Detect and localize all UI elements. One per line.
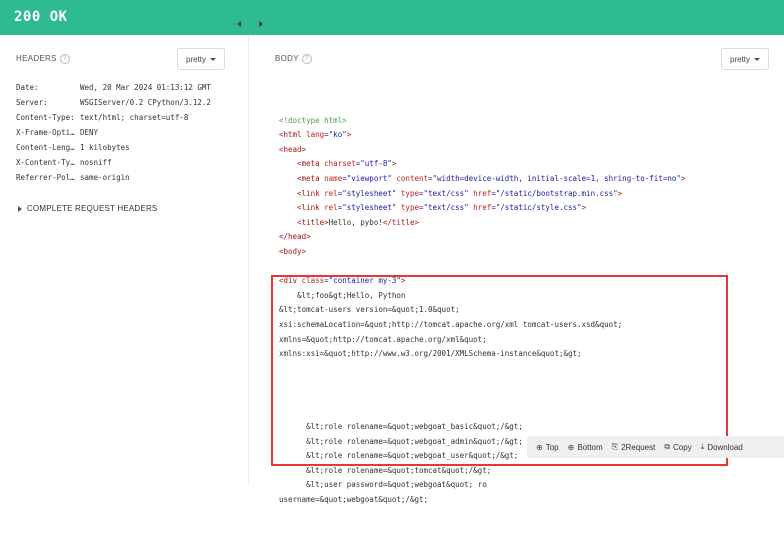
code-line: <body> — [279, 246, 307, 256]
header-row: Content-Leng… 1 kilobytes — [16, 143, 130, 152]
help-icon[interactable]: ? — [301, 54, 312, 64]
help-icon[interactable]: ? — [59, 54, 70, 64]
code-line: <link rel="stylesheet" type="text/css" h… — [279, 188, 623, 198]
copy-button[interactable]: ⧉ Copy — [664, 442, 691, 452]
download-icon: ⤓ — [700, 442, 705, 451]
code-line: <html lang="ko"> — [279, 130, 352, 140]
collapse-left-icon[interactable] — [237, 21, 241, 27]
headers-panel: HEADERS? pretty Date: Wed, 20 Mar 2024 01… — [0, 35, 248, 485]
header-row: X-Content-Ty… nosniff — [16, 158, 112, 167]
code-line: &lt;role rolename=&quot;tomcat&quot;/&gt… — [279, 465, 492, 475]
code-line: <title>Hello, pybo!</title> — [279, 217, 419, 227]
body-toolbar: ⊕ Top ⊕ Bottom ⎘ 2Request ⧉ Copy ⤓ Download — [527, 436, 784, 458]
body-format-dropdown[interactable]: pretty — [721, 48, 770, 70]
header-row: Date: Wed, 20 Mar 2024 01:13:12 GMT — [16, 83, 211, 92]
caret-down-icon — [210, 58, 217, 62]
pane-divider[interactable] — [248, 35, 269, 485]
headers-title: HEADERS? — [16, 54, 70, 64]
headers-table: Date: Wed, 20 Mar 2024 01:13:12 GMT Serve… — [16, 83, 211, 188]
body-title: BODY? — [275, 54, 312, 64]
request-button[interactable]: ⎘ 2Request — [612, 442, 656, 452]
headers-format-dropdown[interactable]: pretty — [177, 48, 226, 70]
complete-request-headers-toggle[interactable]: COMPLETE REQUEST HEADERS — [18, 204, 157, 213]
code-line: <head> — [279, 144, 307, 154]
caret-down-icon — [754, 58, 761, 62]
copy-icon: ⧉ — [664, 442, 671, 451]
status-code: 200 OK — [14, 9, 68, 25]
request-icon: ⎘ — [611, 442, 619, 451]
expand-right-icon[interactable] — [259, 21, 263, 27]
header-row: X-Frame-Opti… DENY — [16, 128, 99, 137]
expand-arrow-icon — [18, 205, 22, 212]
code-line: username=&quot;webgoat&quot;/&gt; — [279, 495, 429, 505]
code-line: &lt;user password=&quot;webgoat&quot; ro — [279, 480, 487, 490]
top-button[interactable]: ⊕ Top — [536, 443, 559, 452]
code-line: <meta name="viewport" content="width=dev… — [279, 173, 686, 183]
arrow-up-icon: ⊕ — [536, 442, 543, 452]
header-row: Server: WSGIServer/0.2 CPython/3.12.2 — [16, 98, 211, 107]
code-line: <meta charset="utf-8"> — [279, 159, 397, 169]
header-row: Content-Type: text/html; charset=utf-8 — [16, 113, 189, 122]
code-line: </head> — [279, 232, 311, 242]
header-row: Referrer-Pol… same-origin — [16, 173, 130, 182]
download-button[interactable]: ⤓ Download — [701, 442, 743, 452]
code-line: <link rel="stylesheet" type="text/css" h… — [279, 203, 587, 213]
bottom-button[interactable]: ⊕ Bottom — [568, 443, 603, 452]
code-line: <!doctype html> — [279, 115, 347, 125]
status-bar: 200 OK — [0, 0, 784, 35]
arrow-down-icon: ⊕ — [567, 442, 575, 452]
